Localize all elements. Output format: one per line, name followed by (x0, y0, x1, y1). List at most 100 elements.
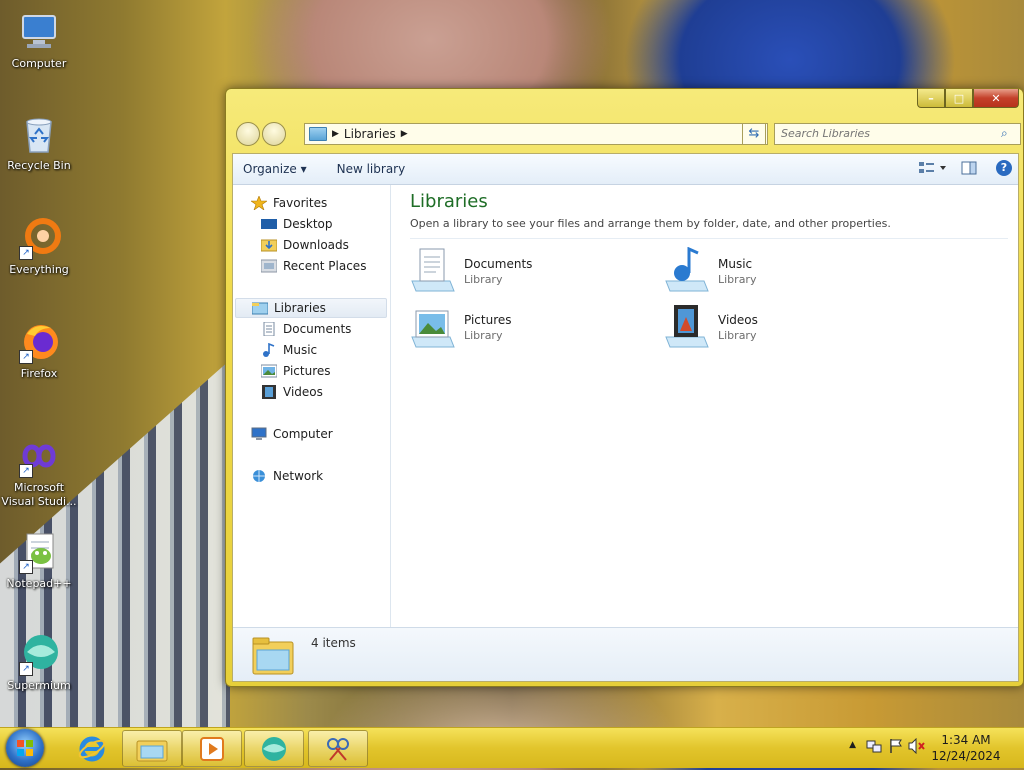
pictures-library-icon (410, 303, 456, 349)
libraries-icon (251, 301, 269, 315)
network-tray-icon[interactable] (866, 738, 882, 757)
computer-icon (251, 427, 267, 441)
nav-recent-places[interactable]: Recent Places (260, 256, 367, 276)
desktop-icon-label: Recycle Bin (7, 159, 71, 172)
explorer-content: Organize ▾ New library ? Favorites Deskt… (232, 153, 1019, 682)
nav-label: Computer (273, 427, 333, 441)
show-hidden-icons-arrow-icon[interactable]: ▲ (849, 740, 856, 750)
nav-network[interactable]: Network (251, 466, 323, 486)
taskbar-snipping-tool[interactable] (308, 730, 368, 767)
nav-desktop[interactable]: Desktop (261, 214, 333, 234)
internet-explorer-icon (78, 736, 106, 761)
library-tile-music[interactable]: Music Library (664, 246, 904, 297)
desktop-icon-label: Firefox (20, 367, 58, 380)
breadcrumb-arrow-icon[interactable]: ▶ (401, 129, 408, 139)
volume-muted-icon[interactable] (908, 737, 926, 757)
nav-music[interactable]: Music (261, 340, 317, 360)
tile-name: Documents (464, 257, 533, 271)
view-controls: ? (918, 159, 1012, 177)
desktop-icon-label: Microsoft Visual Studi... (1, 481, 77, 508)
supermium-icon (262, 736, 286, 761)
explorer-window: – □ ✕ ▶ Libraries ▶ ▼ ⇆ ⌕ Organize ▾ New… (225, 88, 1024, 687)
nav-label: Libraries (274, 301, 326, 315)
forward-button[interactable] (262, 122, 286, 146)
tile-name: Pictures (464, 313, 512, 327)
tile-type: Library (464, 329, 503, 342)
nav-pictures[interactable]: Pictures (260, 361, 331, 381)
breadcrumb-arrow-icon: ▶ (332, 129, 339, 139)
documents-library-icon (410, 247, 456, 293)
scissors-icon (327, 737, 349, 761)
item-count: 4 items (311, 636, 356, 650)
page-title: Libraries (410, 191, 488, 212)
back-button[interactable] (236, 122, 260, 146)
nav-libraries[interactable]: Libraries (235, 298, 387, 318)
desktop-icon-notepad-plus-plus[interactable]: ↗ Notepad++ (1, 530, 77, 590)
search-icon[interactable]: ⌕ (1001, 126, 1015, 140)
action-center-flag-icon[interactable] (888, 738, 904, 757)
maximize-button[interactable]: □ (945, 89, 973, 108)
address-bar[interactable]: ▶ Libraries ▶ ▼ (304, 123, 768, 145)
start-button[interactable] (6, 729, 44, 767)
desktop-icon-supermium[interactable]: ↗ Supermium (1, 632, 77, 692)
nav-label: Favorites (273, 196, 328, 210)
taskbar-media-player[interactable] (182, 730, 242, 767)
desktop-icon-visual-studio[interactable]: ↗ Microsoft Visual Studi... (1, 434, 77, 509)
search-box[interactable]: ⌕ (774, 123, 1021, 145)
desktop-icon-recycle-bin[interactable]: Recycle Bin (1, 112, 77, 172)
recent-places-icon (260, 259, 278, 273)
library-tile-documents[interactable]: Documents Library (410, 247, 650, 297)
music-library-icon (664, 246, 710, 293)
libraries-view: Libraries Open a library to see your fil… (391, 185, 1018, 627)
clock[interactable]: 1:34 AM 12/24/2024 (926, 732, 1006, 764)
nav-videos[interactable]: Videos (261, 382, 323, 402)
page-subtitle: Open a library to see your files and arr… (410, 217, 891, 230)
libraries-folder-icon (309, 127, 327, 141)
search-input[interactable] (775, 124, 991, 142)
refresh-button[interactable]: ⇆ (742, 123, 766, 145)
taskbar-windows-explorer[interactable] (122, 730, 182, 767)
nav-favorites[interactable]: Favorites (250, 193, 328, 213)
windows-logo-icon (17, 740, 33, 756)
taskbar-supermium[interactable] (244, 730, 304, 767)
navigation-row: ▶ Libraries ▶ ▼ ⇆ ⌕ (234, 121, 1021, 147)
command-bar: Organize ▾ New library ? (233, 154, 1018, 185)
close-button[interactable]: ✕ (973, 89, 1019, 108)
breadcrumb-libraries[interactable]: Libraries (344, 127, 396, 141)
shortcut-arrow-icon: ↗ (19, 464, 33, 478)
notepad-plus-plus-icon: ↗ (17, 530, 61, 574)
new-library-button[interactable]: New library (317, 162, 416, 176)
taskbar-internet-explorer[interactable] (62, 730, 122, 767)
visual-studio-icon: ↗ (17, 434, 61, 478)
documents-icon (261, 321, 277, 337)
media-player-icon (200, 736, 224, 761)
libraries-folder-icon (251, 634, 295, 676)
shortcut-arrow-icon: ↗ (19, 560, 33, 574)
tile-name: Videos (718, 313, 758, 327)
network-icon (251, 469, 267, 483)
nav-label: Desktop (283, 217, 333, 231)
change-view-icon[interactable] (918, 159, 946, 177)
nav-label: Pictures (283, 364, 331, 378)
firefox-icon: ↗ (17, 320, 61, 364)
nav-label: Music (283, 343, 318, 357)
nav-label: Documents (283, 322, 352, 336)
desktop-icon-everything[interactable]: ↗ Everything (1, 216, 77, 276)
help-icon[interactable]: ? (996, 160, 1012, 176)
details-pane: 4 items (233, 627, 1018, 681)
preview-pane-icon[interactable] (960, 159, 978, 177)
library-tile-videos[interactable]: Videos Library (664, 303, 904, 353)
desktop-icon-computer[interactable]: Computer (1, 10, 77, 70)
library-tile-pictures[interactable]: Pictures Library (410, 303, 650, 353)
organize-button[interactable]: Organize ▾ (233, 162, 317, 176)
refresh-icon: ⇆ (748, 126, 760, 141)
minimize-button[interactable]: – (917, 89, 945, 108)
nav-label: Recent Places (283, 259, 367, 273)
tile-type: Library (464, 273, 503, 286)
nav-downloads[interactable]: Downloads (260, 235, 349, 255)
nav-documents[interactable]: Documents (261, 319, 351, 339)
recycle-bin-icon (17, 112, 61, 156)
downloads-folder-icon (260, 238, 278, 252)
desktop-icon-firefox[interactable]: ↗ Firefox (1, 320, 77, 380)
nav-computer[interactable]: Computer (251, 424, 333, 444)
